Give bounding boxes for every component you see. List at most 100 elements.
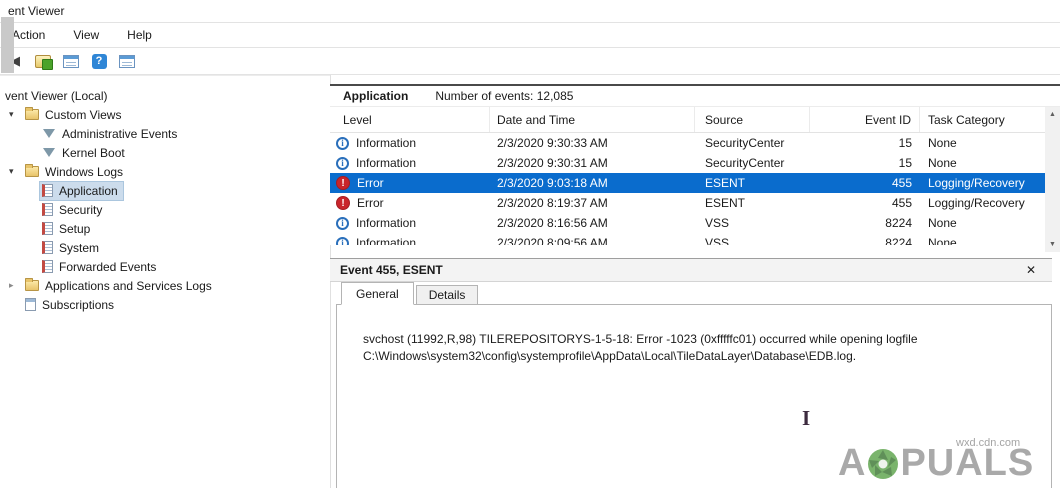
folder-icon — [25, 109, 39, 120]
expand-arrow-icon[interactable] — [9, 166, 23, 177]
toolbar — [0, 48, 1060, 75]
table-row[interactable]: Information 2/3/2020 8:16:56 AM VSS 8224… — [330, 213, 1045, 233]
source-cell: SecurityCenter — [695, 153, 810, 173]
tree-item-label: Subscriptions — [42, 298, 114, 312]
event-log-icon — [42, 203, 53, 216]
event-detail-body: svchost (11992,R,98) TILEREPOSITORYS-1-5… — [336, 304, 1052, 488]
table-row[interactable]: Information 2/3/2020 9:30:33 AM Security… — [330, 133, 1045, 153]
menu-bar: Action View Help — [0, 23, 1060, 48]
open-saved-log-icon — [35, 55, 51, 68]
datetime-cell: 2/3/2020 8:09:56 AM — [490, 233, 695, 245]
tree-item[interactable]: Administrative Events — [0, 124, 330, 143]
tree-item[interactable]: Forwarded Events — [0, 257, 330, 276]
tree-root[interactable]: vent Viewer (Local) — [0, 86, 330, 105]
scroll-down-button[interactable] — [1045, 237, 1060, 252]
log-title: Application — [330, 89, 408, 103]
column-header-date[interactable]: Date and Time — [490, 107, 695, 132]
event-detail-header: Event 455, ESENT ✕ — [330, 258, 1052, 282]
event-id-cell: 8224 — [810, 213, 920, 233]
tree-item-label: Administrative Events — [62, 127, 177, 141]
tree-item-label: Windows Logs — [45, 165, 123, 179]
window-title: ent Viewer — [0, 4, 64, 18]
menu-view[interactable]: View — [65, 25, 107, 45]
column-header-event-id[interactable]: Event ID — [810, 107, 920, 132]
table-row[interactable]: Information 2/3/2020 9:30:31 AM Security… — [330, 153, 1045, 173]
level-cell: Error — [330, 193, 490, 213]
datetime-cell: 2/3/2020 9:30:33 AM — [490, 133, 695, 153]
event-viewer-window: ent Viewer Action View Help vent Viewer … — [0, 0, 1060, 488]
event-log-icon — [42, 184, 53, 197]
level-cell: Information — [330, 213, 490, 233]
tree-item[interactable]: Application — [0, 181, 330, 200]
event-detail-title: Event 455, ESENT — [330, 263, 443, 277]
tree-item-label: Setup — [59, 222, 90, 236]
close-icon[interactable]: ✕ — [1022, 262, 1040, 278]
level-cell: Error — [330, 173, 490, 193]
window-icon — [119, 55, 135, 68]
task-category-cell: None — [920, 133, 1045, 153]
datetime-cell: 2/3/2020 9:03:18 AM — [490, 173, 695, 193]
task-category-cell: Logging/Recovery — [920, 173, 1045, 193]
task-category-cell: None — [920, 233, 1045, 245]
log-pane-header: Application Number of events: 12,085 — [330, 86, 1060, 107]
event-log-icon — [42, 222, 53, 235]
event-id-cell: 15 — [810, 133, 920, 153]
tree-item[interactable]: Applications and Services Logs — [0, 276, 330, 295]
tree-item[interactable]: Subscriptions — [0, 295, 330, 314]
collapse-arrow-icon[interactable] — [9, 280, 23, 291]
level-cell: Information — [330, 133, 490, 153]
table-row[interactable]: Information 2/3/2020 8:09:56 AM VSS 8224… — [330, 233, 1045, 245]
source-cell: ESENT — [695, 193, 810, 213]
table-header-row: Level Date and Time Source Event ID Task… — [330, 107, 1045, 133]
event-list: Information 2/3/2020 9:30:33 AM Security… — [330, 133, 1045, 245]
text-cursor: I — [802, 406, 810, 431]
tree-item-label: Applications and Services Logs — [45, 279, 212, 293]
scroll-up-button[interactable] — [1045, 107, 1060, 122]
error-icon — [336, 176, 350, 190]
scrollbar-thumb[interactable] — [1, 17, 14, 73]
help-icon — [92, 53, 107, 69]
tree-item[interactable]: Windows Logs — [0, 162, 330, 181]
event-id-cell: 8224 — [810, 233, 920, 245]
task-category-cell: Logging/Recovery — [920, 193, 1045, 213]
datetime-cell: 2/3/2020 9:30:31 AM — [490, 153, 695, 173]
tab-general[interactable]: General — [341, 282, 414, 305]
source-cell: ESENT — [695, 173, 810, 193]
event-id-cell: 15 — [810, 153, 920, 173]
table-row[interactable]: Error 2/3/2020 9:03:18 AM ESENT 455 Logg… — [330, 173, 1045, 193]
information-icon — [336, 237, 349, 246]
tree-item[interactable]: Setup — [0, 219, 330, 238]
event-id-cell: 455 — [810, 193, 920, 213]
tree-item-label: Kernel Boot — [62, 146, 125, 160]
create-custom-view-button[interactable] — [60, 50, 82, 72]
column-header-source[interactable]: Source — [695, 107, 810, 132]
information-icon — [336, 217, 349, 230]
tree-item-label: System — [59, 241, 99, 255]
task-category-cell: None — [920, 213, 1045, 233]
folder-icon — [25, 280, 39, 291]
open-saved-log-button[interactable] — [32, 50, 54, 72]
level-cell: Information — [330, 233, 490, 245]
tree-item-label: Security — [59, 203, 102, 217]
column-header-task-category[interactable]: Task Category — [920, 107, 1045, 132]
tree-item[interactable]: Custom Views — [0, 105, 330, 124]
console-tree: vent Viewer (Local) Custom Views Adminis… — [0, 75, 330, 488]
vertical-scrollbar[interactable] — [1045, 107, 1060, 252]
tree-item[interactable]: System — [0, 238, 330, 257]
tree-item-label: Custom Views — [45, 108, 121, 122]
menu-help[interactable]: Help — [119, 25, 160, 45]
event-log-icon — [42, 260, 53, 273]
custom-view-icon — [63, 55, 79, 68]
table-row[interactable]: Error 2/3/2020 8:19:37 AM ESENT 455 Logg… — [330, 193, 1045, 213]
tree-item[interactable]: Security — [0, 200, 330, 219]
expand-arrow-icon[interactable] — [9, 109, 23, 120]
event-id-cell: 455 — [810, 173, 920, 193]
help-button[interactable] — [88, 50, 110, 72]
datetime-cell: 2/3/2020 8:16:56 AM — [490, 213, 695, 233]
column-header-level[interactable]: Level — [330, 107, 490, 132]
tree-item[interactable]: Kernel Boot — [0, 143, 330, 162]
event-detail-tabs: General Details — [341, 282, 480, 305]
level-cell: Information — [330, 153, 490, 173]
tab-details[interactable]: Details — [416, 285, 479, 305]
properties-button[interactable] — [116, 50, 138, 72]
